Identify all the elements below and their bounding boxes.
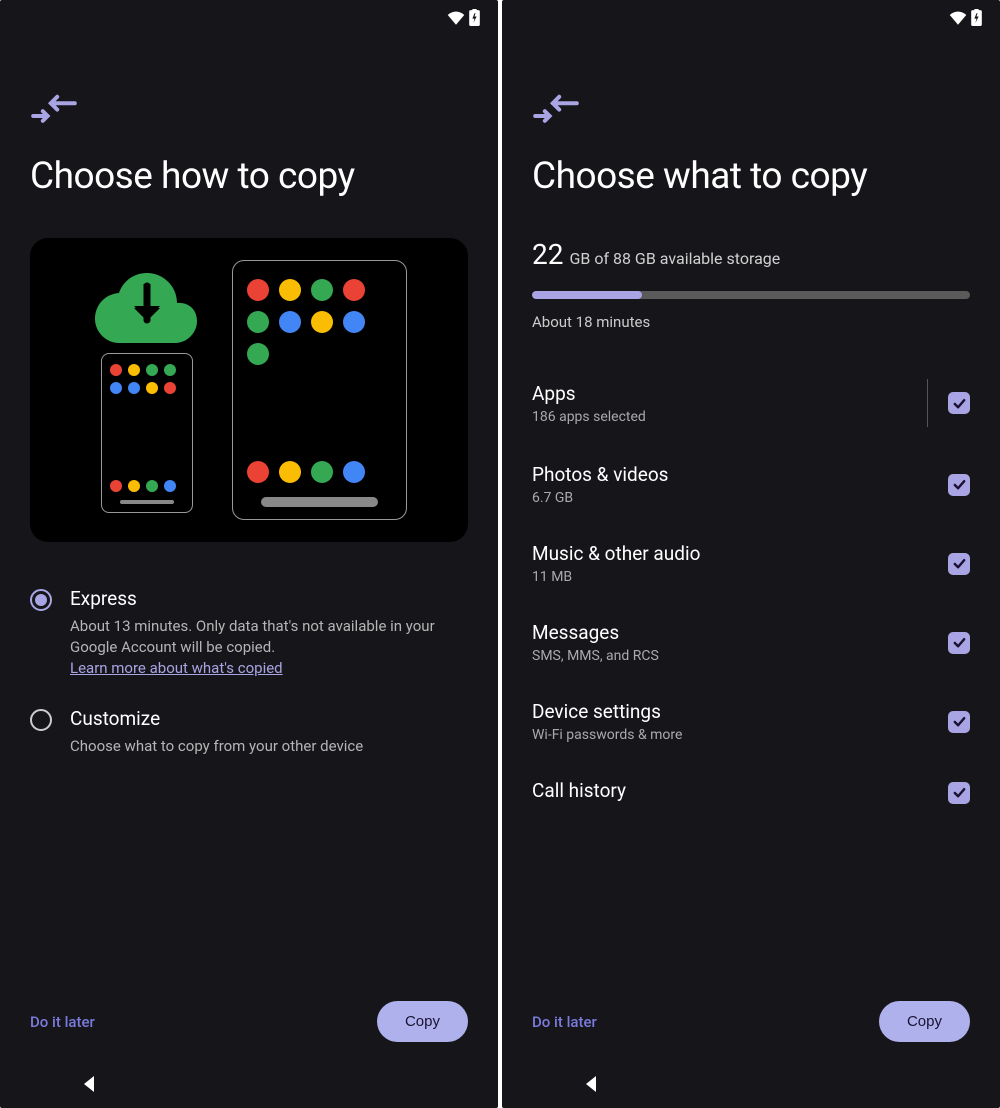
list-item[interactable]: Call history — [532, 761, 970, 824]
back-icon[interactable] — [582, 1074, 602, 1094]
item-subtitle: 186 apps selected — [532, 409, 646, 425]
option-desc: About 13 minutes. Only data that's not a… — [70, 616, 468, 679]
checkbox-checked-icon[interactable] — [948, 782, 970, 804]
wifi-icon — [447, 11, 465, 25]
page-title: Choose how to copy — [30, 155, 468, 198]
item-title: Call history — [532, 779, 626, 802]
nav-bar — [0, 1060, 498, 1108]
list-item[interactable]: Messages SMS, MMS, and RCS — [532, 603, 970, 682]
checkbox-checked-icon[interactable] — [948, 632, 970, 654]
illustration — [30, 238, 468, 542]
checkbox-checked-icon[interactable] — [948, 474, 970, 496]
copy-button[interactable]: Copy — [879, 1001, 970, 1042]
checkbox-checked-icon[interactable] — [948, 711, 970, 733]
checkbox-checked-icon[interactable] — [948, 392, 970, 414]
storage-used: 22 — [532, 238, 563, 271]
storage-progress — [532, 291, 970, 299]
nav-bar — [502, 1060, 1000, 1108]
option-desc: Choose what to copy from your other devi… — [70, 736, 468, 757]
page-title: Choose what to copy — [532, 155, 970, 198]
list-item[interactable]: Music & other audio 11 MB — [532, 524, 970, 603]
option-title: Express — [70, 587, 468, 610]
item-title: Apps — [532, 382, 646, 405]
footer: Do it later Copy — [502, 983, 1000, 1060]
transfer-icon — [30, 90, 468, 130]
option-customize[interactable]: Customize Choose what to copy from your … — [30, 707, 468, 757]
time-estimate: About 18 minutes — [532, 313, 970, 331]
transfer-icon — [532, 90, 970, 130]
cloud-download-icon — [92, 268, 202, 343]
status-bar — [502, 0, 1000, 35]
small-phone-graphic — [101, 353, 193, 513]
item-title: Music & other audio — [532, 542, 700, 565]
radio-unselected-icon — [30, 709, 52, 731]
option-title: Customize — [70, 707, 468, 730]
divider — [927, 379, 928, 427]
large-phone-graphic — [232, 260, 407, 520]
item-title: Messages — [532, 621, 659, 644]
storage-total: GB of 88 GB available storage — [569, 249, 780, 268]
item-subtitle: 11 MB — [532, 569, 700, 585]
copy-button[interactable]: Copy — [377, 1001, 468, 1042]
back-icon[interactable] — [80, 1074, 100, 1094]
list-item[interactable]: Device settings Wi-Fi passwords & more — [532, 682, 970, 761]
footer: Do it later Copy — [0, 983, 498, 1060]
battery-icon — [469, 9, 480, 26]
learn-more-link[interactable]: Learn more about what's copied — [70, 659, 283, 677]
checkbox-checked-icon[interactable] — [948, 553, 970, 575]
progress-fill — [532, 291, 642, 299]
screen-choose-what: Choose what to copy 22 GB of 88 GB avail… — [502, 0, 1000, 1108]
item-title: Photos & videos — [532, 463, 668, 486]
screen-choose-how: Choose how to copy — [0, 0, 498, 1108]
radio-selected-icon — [30, 589, 52, 611]
list-item[interactable]: Photos & videos 6.7 GB — [532, 445, 970, 524]
item-title: Device settings — [532, 700, 682, 723]
wifi-icon — [949, 11, 967, 25]
item-subtitle: SMS, MMS, and RCS — [532, 648, 659, 664]
option-express[interactable]: Express About 13 minutes. Only data that… — [30, 587, 468, 679]
item-subtitle: Wi-Fi passwords & more — [532, 727, 682, 743]
item-subtitle: 6.7 GB — [532, 490, 668, 506]
do-it-later-link[interactable]: Do it later — [532, 1013, 597, 1031]
storage-summary: 22 GB of 88 GB available storage — [532, 238, 970, 271]
battery-icon — [971, 9, 982, 26]
status-bar — [0, 0, 498, 35]
do-it-later-link[interactable]: Do it later — [30, 1013, 95, 1031]
list-item[interactable]: Apps 186 apps selected — [532, 361, 970, 445]
